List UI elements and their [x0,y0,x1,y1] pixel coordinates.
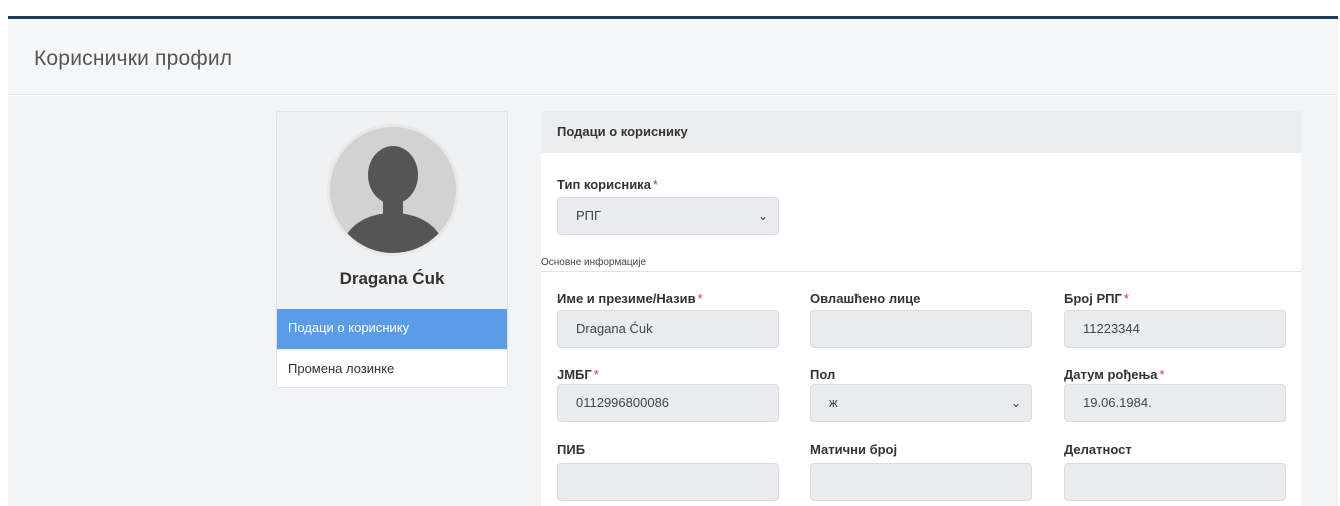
required-marker: * [697,291,703,306]
user-type-select[interactable]: РПГ ⌄ [557,197,779,235]
name-field[interactable]: Dragana Ćuk [557,310,779,348]
rpg-number-label: Број РПГ * [1064,291,1129,306]
required-marker: * [1159,367,1165,382]
gender-value: ж [829,395,838,410]
profile-name: Dragana Ćuk [339,269,445,288]
pib-field[interactable] [557,463,779,501]
jmbg-field[interactable]: 0112996800086 [557,384,779,422]
registry-number-label: Матични број [810,442,898,457]
user-type-value: РПГ [576,208,602,223]
pib-label: ПИБ [557,442,586,457]
registry-number-field[interactable] [810,463,1032,501]
activity-field[interactable] [1064,463,1286,501]
divider [541,271,1301,272]
gender-select[interactable]: ж ⌄ [810,384,1032,422]
profile-card: Dragana Ćuk Подаци о кориснику Промена л… [276,111,508,388]
gender-label: Пол [810,367,836,382]
avatar [327,124,459,256]
user-silhouette-icon [330,127,456,253]
menu-item-change-password[interactable]: Промена лозинке [277,349,507,387]
page-title: Кориснички профил [34,47,233,70]
required-marker: * [652,177,658,192]
birth-date-label: Датум рођења * [1064,367,1165,382]
menu-item-user-data[interactable]: Подаци о кориснику [277,309,507,349]
name-label: Име и презиме/Назив * [557,291,703,306]
required-marker: * [1123,291,1129,306]
form-header: Подаци о кориснику [541,111,1301,153]
authorized-person-label: Овлашћено лице [810,291,921,306]
chevron-down-icon: ⌄ [1010,396,1021,410]
activity-label: Делатност [1064,442,1132,457]
user-data-form: Подаци о кориснику Тип корисника * РПГ ⌄ … [541,111,1301,506]
user-type-label: Тип корисника * [557,177,658,192]
chevron-down-icon: ⌄ [757,209,768,223]
rpg-number-field[interactable]: 11223344 [1064,310,1286,348]
authorized-person-field[interactable] [810,310,1032,348]
page-header: Кориснички профил [8,19,1338,95]
birth-date-field[interactable]: 19.06.1984. [1064,384,1286,422]
profile-summary: Dragana Ćuk [277,112,507,309]
required-marker: * [593,367,599,382]
jmbg-label: ЈМБГ * [557,367,599,382]
section-label-basic-info: Основне информације [541,257,647,268]
